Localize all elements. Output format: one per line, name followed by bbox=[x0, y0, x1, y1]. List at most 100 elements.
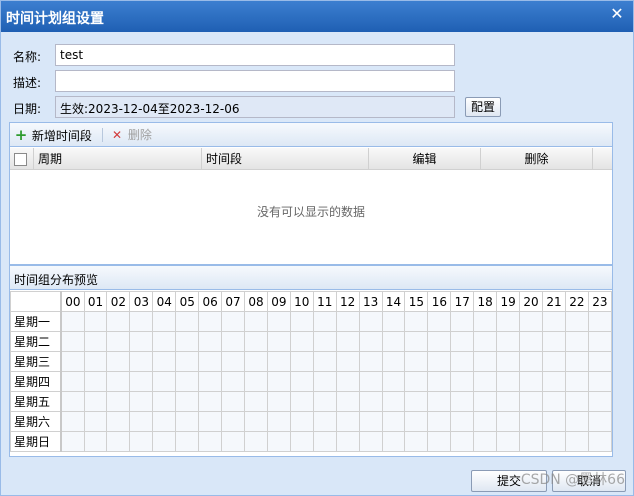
schedule-slot[interactable] bbox=[450, 411, 475, 432]
cancel-button[interactable]: 取消 bbox=[552, 470, 626, 492]
schedule-slot[interactable] bbox=[60, 311, 85, 332]
schedule-slot[interactable] bbox=[83, 411, 108, 432]
description-input[interactable] bbox=[55, 70, 455, 92]
schedule-slot[interactable] bbox=[564, 391, 589, 412]
schedule-slot[interactable] bbox=[244, 411, 268, 432]
schedule-slot[interactable] bbox=[427, 331, 452, 352]
schedule-slot[interactable] bbox=[175, 351, 200, 372]
schedule-slot[interactable] bbox=[312, 351, 337, 372]
schedule-slot[interactable] bbox=[473, 411, 498, 432]
schedule-slot[interactable] bbox=[473, 331, 498, 352]
schedule-slot[interactable] bbox=[450, 311, 475, 332]
schedule-slot[interactable] bbox=[450, 391, 475, 412]
schedule-slot[interactable] bbox=[358, 411, 383, 432]
schedule-slot[interactable] bbox=[289, 311, 314, 332]
schedule-slot[interactable] bbox=[519, 371, 543, 392]
schedule-slot[interactable] bbox=[289, 431, 314, 452]
schedule-slot[interactable] bbox=[198, 391, 223, 412]
schedule-slot[interactable] bbox=[244, 371, 268, 392]
schedule-slot[interactable] bbox=[335, 431, 360, 452]
add-time-segment-button[interactable]: + 新增时间段 bbox=[14, 127, 92, 143]
schedule-slot[interactable] bbox=[450, 331, 475, 352]
schedule-slot[interactable] bbox=[175, 391, 200, 412]
schedule-slot[interactable] bbox=[60, 431, 85, 452]
schedule-slot[interactable] bbox=[152, 371, 177, 392]
schedule-slot[interactable] bbox=[381, 391, 406, 412]
schedule-slot[interactable] bbox=[289, 371, 314, 392]
schedule-slot[interactable] bbox=[335, 391, 360, 412]
schedule-slot[interactable] bbox=[198, 331, 223, 352]
schedule-slot[interactable] bbox=[542, 391, 566, 412]
schedule-slot[interactable] bbox=[129, 311, 154, 332]
schedule-slot[interactable] bbox=[221, 311, 246, 332]
schedule-slot[interactable] bbox=[198, 431, 223, 452]
schedule-slot[interactable] bbox=[129, 431, 154, 452]
schedule-slot[interactable] bbox=[106, 391, 131, 412]
schedule-slot[interactable] bbox=[404, 351, 429, 372]
schedule-slot[interactable] bbox=[381, 351, 406, 372]
schedule-slot[interactable] bbox=[106, 311, 131, 332]
column-header-delete[interactable]: 删除 bbox=[481, 148, 593, 170]
schedule-slot[interactable] bbox=[542, 351, 566, 372]
schedule-slot[interactable] bbox=[266, 331, 291, 352]
schedule-slot[interactable] bbox=[175, 411, 200, 432]
schedule-slot[interactable] bbox=[358, 311, 383, 332]
schedule-slot[interactable] bbox=[587, 371, 613, 392]
schedule-slot[interactable] bbox=[587, 311, 613, 332]
schedule-slot[interactable] bbox=[335, 411, 360, 432]
schedule-slot[interactable] bbox=[587, 411, 613, 432]
schedule-slot[interactable] bbox=[473, 431, 498, 452]
schedule-slot[interactable] bbox=[244, 431, 268, 452]
submit-button[interactable]: 提交 bbox=[471, 470, 547, 492]
schedule-slot[interactable] bbox=[106, 371, 131, 392]
schedule-slot[interactable] bbox=[106, 351, 131, 372]
schedule-slot[interactable] bbox=[564, 311, 589, 332]
schedule-slot[interactable] bbox=[83, 391, 108, 412]
schedule-slot[interactable] bbox=[221, 411, 246, 432]
schedule-slot[interactable] bbox=[404, 371, 429, 392]
schedule-slot[interactable] bbox=[266, 431, 291, 452]
schedule-slot[interactable] bbox=[129, 391, 154, 412]
schedule-slot[interactable] bbox=[312, 411, 337, 432]
schedule-slot[interactable] bbox=[266, 311, 291, 332]
schedule-slot[interactable] bbox=[519, 391, 543, 412]
schedule-slot[interactable] bbox=[427, 411, 452, 432]
schedule-slot[interactable] bbox=[60, 371, 85, 392]
schedule-slot[interactable] bbox=[404, 411, 429, 432]
schedule-slot[interactable] bbox=[152, 351, 177, 372]
schedule-slot[interactable] bbox=[266, 391, 291, 412]
column-header-edit[interactable]: 编辑 bbox=[369, 148, 481, 170]
schedule-slot[interactable] bbox=[381, 371, 406, 392]
schedule-slot[interactable] bbox=[198, 411, 223, 432]
schedule-slot[interactable] bbox=[427, 431, 452, 452]
schedule-slot[interactable] bbox=[496, 391, 521, 412]
schedule-slot[interactable] bbox=[542, 431, 566, 452]
schedule-slot[interactable] bbox=[427, 351, 452, 372]
schedule-slot[interactable] bbox=[473, 351, 498, 372]
schedule-slot[interactable] bbox=[152, 431, 177, 452]
schedule-slot[interactable] bbox=[60, 351, 85, 372]
schedule-slot[interactable] bbox=[519, 351, 543, 372]
schedule-slot[interactable] bbox=[496, 311, 521, 332]
schedule-slot[interactable] bbox=[542, 311, 566, 332]
schedule-slot[interactable] bbox=[175, 311, 200, 332]
title-bar[interactable]: 时间计划组设置 ✕ bbox=[1, 1, 633, 32]
schedule-slot[interactable] bbox=[358, 391, 383, 412]
schedule-slot[interactable] bbox=[152, 411, 177, 432]
schedule-slot[interactable] bbox=[198, 351, 223, 372]
schedule-slot[interactable] bbox=[198, 371, 223, 392]
schedule-slot[interactable] bbox=[129, 331, 154, 352]
schedule-slot[interactable] bbox=[450, 431, 475, 452]
schedule-slot[interactable] bbox=[83, 371, 108, 392]
schedule-slot[interactable] bbox=[335, 311, 360, 332]
schedule-slot[interactable] bbox=[404, 431, 429, 452]
schedule-slot[interactable] bbox=[496, 331, 521, 352]
schedule-slot[interactable] bbox=[129, 411, 154, 432]
schedule-slot[interactable] bbox=[244, 331, 268, 352]
schedule-slot[interactable] bbox=[83, 331, 108, 352]
schedule-slot[interactable] bbox=[496, 431, 521, 452]
schedule-slot[interactable] bbox=[404, 391, 429, 412]
schedule-slot[interactable] bbox=[381, 331, 406, 352]
schedule-slot[interactable] bbox=[60, 411, 85, 432]
name-input[interactable]: test bbox=[55, 44, 455, 66]
